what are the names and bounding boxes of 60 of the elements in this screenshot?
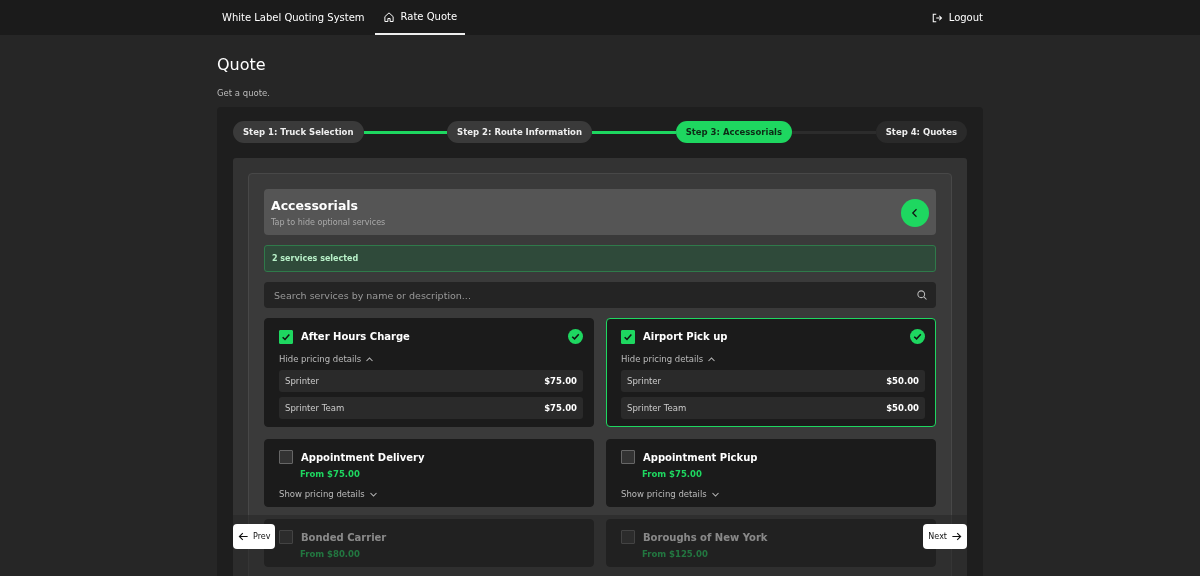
starting-price: From $75.00 <box>642 469 703 479</box>
checkbox[interactable] <box>621 530 635 544</box>
check-icon <box>623 331 633 342</box>
step-pill[interactable]: Step 4: Quotes <box>875 121 967 143</box>
pricing-details-toggle[interactable]: Show pricing details <box>621 489 925 499</box>
service-card[interactable]: Appointment Pickup From $75.00 Show pricing details <box>606 439 936 507</box>
vehicle-type: Sprinter Team <box>627 403 687 413</box>
pricing-details-toggle[interactable]: Hide pricing details <box>621 354 925 364</box>
price-amount: $75.00 <box>544 403 577 413</box>
search-field[interactable]: Search services by name or description... <box>264 282 936 308</box>
checkbox[interactable] <box>279 329 293 344</box>
arrow-right-icon <box>951 531 962 542</box>
service-name: After Hours Charge <box>301 331 410 342</box>
service-name: Boroughs of New York <box>643 531 768 543</box>
prev-button[interactable]: Prev <box>233 524 276 549</box>
service-name: Bonded Carrier <box>301 531 387 543</box>
price-amount: $75.00 <box>544 376 577 386</box>
starting-price: From $125.00 <box>642 549 709 559</box>
service-name: Appointment Pickup <box>643 451 758 463</box>
price-amount: $50.00 <box>886 403 919 413</box>
starting-price: From $80.00 <box>300 549 361 559</box>
service-name: Airport Pick up <box>643 331 728 342</box>
logout-link[interactable]: Logout <box>930 0 983 35</box>
caret-icon <box>365 354 375 364</box>
checkbox[interactable] <box>279 530 293 544</box>
pricing-details-toggle[interactable]: Hide pricing details <box>279 354 583 364</box>
section-header[interactable]: Accessorials Tap to hide optional services <box>264 189 936 235</box>
step-pill[interactable]: Step 2: Route Information <box>447 121 592 143</box>
checkbox[interactable] <box>279 450 293 464</box>
nav-tab[interactable]: Rate Quote <box>374 0 466 35</box>
vehicle-type: Sprinter <box>285 376 320 386</box>
check-circle-icon <box>568 329 583 344</box>
section-hint: Tap to hide optional services <box>271 218 387 227</box>
home-icon <box>382 10 395 23</box>
vehicle-type: Sprinter <box>627 376 662 386</box>
app-title[interactable]: White Label Quoting System <box>222 0 365 35</box>
arrow-left-icon <box>238 531 249 542</box>
page-subtitle: Get a quote. <box>217 88 271 98</box>
section-title: Accessorials <box>271 198 360 213</box>
check-circle-icon <box>910 329 925 344</box>
service-card[interactable]: Airport Pick up Hide pricing details Sprinter $50.00 Sprinter Team $50.00 <box>606 318 936 427</box>
checkbox[interactable] <box>621 329 635 344</box>
pricing-details-toggle[interactable]: Show pricing details <box>279 489 583 499</box>
step-pill[interactable]: Step 3: Accessorials <box>675 121 793 143</box>
logout-icon <box>930 11 943 24</box>
step-pill[interactable]: Step 1: Truck Selection <box>233 121 364 143</box>
search-icon <box>916 289 928 301</box>
price-amount: $50.00 <box>886 376 919 386</box>
service-card[interactable]: After Hours Charge Hide pricing details Sprinter $75.00 Sprinter Team $75.00 <box>264 318 594 427</box>
starting-price: From $75.00 <box>300 469 361 479</box>
service-card[interactable]: Appointment Delivery From $75.00 Show pricing details <box>264 439 594 507</box>
page-title: Quote <box>217 55 267 74</box>
service-name: Appointment Delivery <box>301 451 425 463</box>
caret-icon <box>707 354 717 364</box>
check-icon <box>281 331 291 342</box>
selection-count-banner: 2 services selected <box>264 245 936 272</box>
collapse-button[interactable] <box>901 198 929 227</box>
checkbox[interactable] <box>621 450 635 464</box>
next-button[interactable]: Next <box>923 524 967 549</box>
vehicle-type: Sprinter Team <box>285 403 345 413</box>
